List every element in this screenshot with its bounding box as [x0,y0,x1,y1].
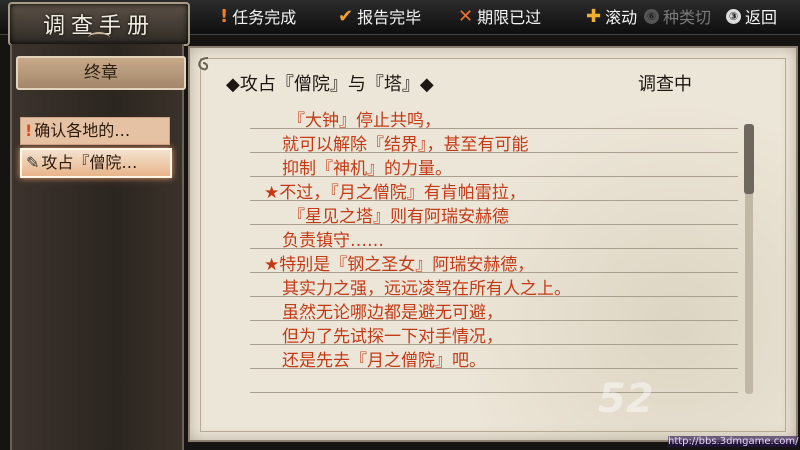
document-text-line: ★特别是『钢之圣女』阿瑞安赫德， [264,255,535,275]
quest-document: ◆攻占『僧院』与『塔』◆ 调查中 『大钟』停止共鸣， 就可以解除『结界』，甚至有… [188,46,798,442]
legend-expired: ✕ 期限已过 [458,5,542,28]
sort-toggle-button[interactable]: ⑥ 种类切 [644,5,711,27]
document-text-line: 还是先去『月之僧院』吧。 [282,351,486,371]
legend-report-done: ✔ 报告完毕 [338,5,422,28]
quill-icon: ✎ [26,153,40,172]
button-3-icon: ③ [726,8,741,24]
document-text-line: 就可以解除『结界』，甚至有可能 [282,135,529,155]
legend-label: 滚动 [605,8,638,27]
title-plate: 调查手册 [8,2,190,46]
document-text-line: 虽然无论哪边都是避无可避， [282,303,503,323]
title-ornament [88,32,110,44]
ruled-line [250,392,738,393]
legend-label: 报告完毕 [357,8,422,27]
quest-item-capture-monastery[interactable]: ✎ 攻占『僧院… [20,148,172,178]
document-text-line: 抑制『神机』的力量。 [282,159,452,179]
watermark: 52 [598,376,654,422]
sidebar-panel [10,44,184,450]
document-text-line: 『大钟』停止共鸣， [288,111,441,131]
cross-icon: ✕ [458,5,474,27]
check-icon: ✔ [338,5,354,27]
legend-task-complete: ! 任务完成 [220,5,297,28]
document-text-line: 『星见之塔』则有阿瑞安赫德 [288,207,509,227]
button-6-icon: ⑥ [644,8,659,24]
document-text-line: 其实力之强，远远凌驾在所有人之上。 [282,279,571,299]
back-label: 返回 [745,8,778,27]
dpad-icon: ✚ [586,5,602,27]
document-text-line: 负责镇守…… [282,231,384,251]
legend-label: 期限已过 [477,8,542,27]
quest-item-confirm-regions[interactable]: ! 确认各地的… [20,117,170,145]
back-button[interactable]: ③ 返回 [726,5,777,27]
legend-label: 任务完成 [232,8,297,27]
exclamation-icon: ! [220,5,229,27]
document-title: ◆攻占『僧院』与『塔』◆ [226,74,434,95]
scroll-curl-icon [194,55,212,75]
document-text-line: ★不过，『月之僧院』有肯帕雷拉， [264,183,526,203]
document-status: 调查中 [638,74,692,95]
quest-item-label: 确认各地的… [34,121,131,140]
chapter-heading: 终章 [16,56,186,90]
exclamation-icon: ! [25,121,33,140]
sort-label: 种类切 [663,8,712,27]
document-text-line: 但为了先试探一下对手情况， [282,327,503,347]
source-url: http://bbs.3dmgame.com/ [668,436,799,447]
quest-item-label: 攻占『僧院… [41,153,138,172]
legend-scroll: ✚ 滚动 [586,5,638,28]
scrollbar-thumb[interactable] [744,124,754,194]
